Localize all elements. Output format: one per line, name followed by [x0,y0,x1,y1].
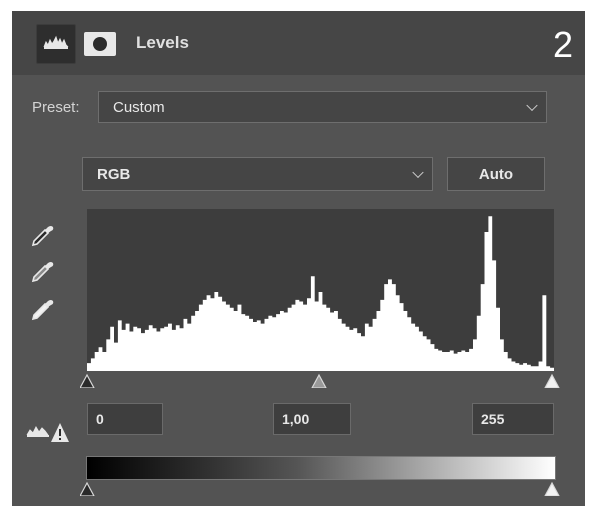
midtones-slider-handle[interactable] [311,373,327,388]
black-point-eyedropper-icon[interactable] [30,222,56,248]
channel-dropdown[interactable]: RGB [82,157,433,191]
histogram-icon[interactable] [36,24,76,64]
preset-value: Custom [113,98,165,116]
auto-button[interactable]: Auto [447,157,545,191]
histogram [87,209,554,371]
output-white-slider-handle[interactable] [544,481,560,496]
histogram-graph [87,216,554,371]
white-point-eyedropper-icon[interactable] [30,296,56,322]
step-number: 2 [552,24,573,65]
preset-label: Preset: [32,99,80,116]
gray-point-eyedropper-icon[interactable] [30,258,56,284]
highlights-slider-handle[interactable] [544,373,560,388]
panel-title: Levels [136,33,189,52]
properties-header: Levels 2 [12,11,585,75]
shadows-slider-handle[interactable] [80,373,95,388]
clipping-warning-icon[interactable] [26,420,72,444]
input-levels-slider[interactable] [80,372,560,388]
chevron-down-icon [412,166,424,179]
preset-dropdown[interactable]: Custom [98,91,547,123]
input-shadows-field[interactable]: 0 [87,403,163,435]
outer-frame-right [585,0,595,506]
mask-icon[interactable] [84,32,116,56]
channel-value: RGB [97,165,131,183]
histogram-fill [87,216,554,371]
output-levels-gradient [86,456,556,480]
outer-frame-left [0,0,12,506]
output-black-slider-handle[interactable] [80,481,95,496]
input-midtones-field[interactable]: 1,00 [273,403,351,435]
outer-frame-top [0,0,595,11]
output-levels-slider[interactable] [80,480,560,496]
chevron-down-icon [526,99,538,112]
input-highlights-field[interactable]: 255 [472,403,554,435]
